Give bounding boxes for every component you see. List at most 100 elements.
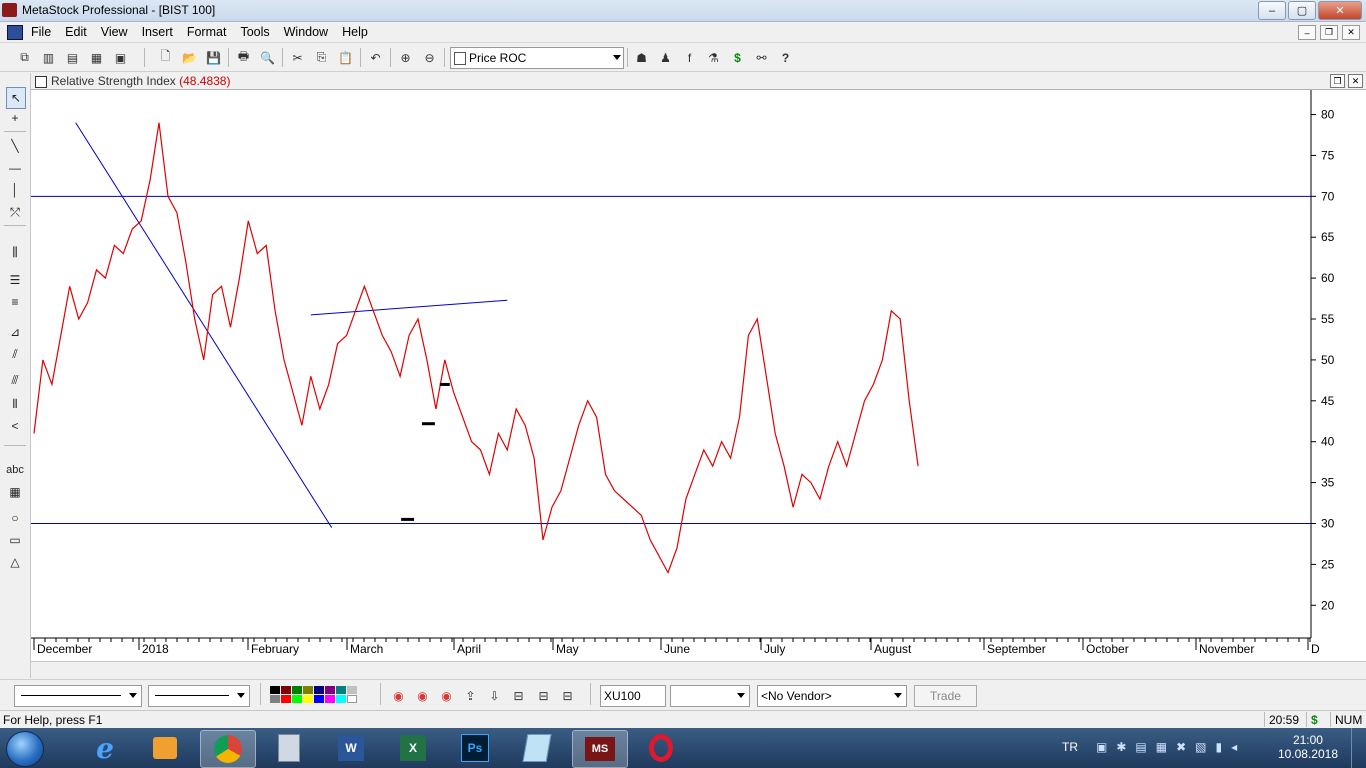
undo-icon[interactable]: ↶ <box>367 49 384 66</box>
photoshop-icon[interactable]: Ps <box>448 730 502 766</box>
text-tool-icon[interactable]: abc <box>6 461 24 479</box>
frame-2-icon[interactable]: ⊟ <box>535 687 552 704</box>
calculator-icon[interactable] <box>262 730 316 766</box>
indicator-combo[interactable]: Price ROC <box>450 47 624 69</box>
cut-icon[interactable]: ✂ <box>289 49 306 66</box>
system-tray: TR ▣✱▤▦✖▧▮◂ 21:00 10.08.2018 <box>1036 728 1366 768</box>
palette-icon[interactable]: ◉ <box>438 687 455 704</box>
opera-icon[interactable] <box>634 730 688 766</box>
frame-icon[interactable]: ⊟ <box>510 687 527 704</box>
rectangle-tool-icon[interactable]: ▭ <box>6 531 24 549</box>
save-icon[interactable]: 💾 <box>205 49 222 66</box>
frame-3-icon[interactable]: ⊟ <box>559 687 576 704</box>
menu-file[interactable]: File <box>31 25 58 39</box>
horizontal-line-tool-icon[interactable]: — <box>6 159 24 177</box>
chrome-icon[interactable] <box>200 730 256 768</box>
trendline-tool-icon[interactable]: ╲ <box>6 137 24 155</box>
clock[interactable]: 21:00 10.08.2018 <box>1278 733 1338 761</box>
ellipse-tool-icon[interactable]: ○ <box>6 509 24 527</box>
color-palette[interactable] <box>270 686 357 704</box>
crosshair-tool-icon[interactable]: + <box>6 109 24 127</box>
system-tester-icon[interactable]: ♟ <box>657 49 674 66</box>
cycle-lines-icon[interactable]: ⫼ <box>6 243 24 261</box>
chart-window[interactable]: Relative Strength Index (48.4838) ❐ ✕ 20… <box>31 73 1366 679</box>
gann-fan-icon[interactable]: ⫽ <box>6 345 24 363</box>
tile-windows-icon[interactable]: ⧉ <box>16 49 33 66</box>
fib-retracement-icon[interactable]: ☰ <box>6 271 24 289</box>
open-icon[interactable]: 📂 <box>181 49 198 66</box>
close-button[interactable]: ✕ <box>1318 1 1362 20</box>
chrome-like-icon[interactable]: ◉ <box>390 687 407 704</box>
security-field[interactable]: XU100 <box>600 685 666 707</box>
zoom-icon[interactable]: ⊖ <box>421 49 438 66</box>
expert-advisor-icon[interactable]: ⚗ <box>705 49 722 66</box>
doc-restore-button[interactable]: ❐ <box>1320 25 1338 40</box>
chevron-down-icon <box>894 693 902 698</box>
pointer-icon[interactable]: ↖ <box>6 87 26 109</box>
excel-icon[interactable]: X <box>386 730 440 766</box>
maximize-button[interactable]: ▢ <box>1288 1 1316 20</box>
doc-minimize-button[interactable]: – <box>1298 25 1316 40</box>
help-pointer-icon[interactable]: ? <box>777 49 794 66</box>
andrews-pitchfork-icon[interactable]: ⫻ <box>6 371 24 389</box>
fibonacci-tool-icon[interactable]: ⤱ <box>6 203 24 221</box>
print-icon[interactable]: 🖶 <box>235 49 252 66</box>
line-weight-select[interactable] <box>148 685 250 707</box>
menu-help[interactable]: Help <box>342 25 375 39</box>
menu-tools[interactable]: Tools <box>240 25 276 39</box>
vertical-line-tool-icon[interactable]: │ <box>6 181 24 199</box>
horizontal-scrollbar[interactable] <box>31 661 1366 679</box>
word-icon[interactable]: W <box>324 730 378 766</box>
layout-icon[interactable]: ▣ <box>112 49 129 66</box>
doc-close-button[interactable]: ✕ <box>1342 25 1360 40</box>
binoculars-icon[interactable]: ⚯ <box>753 49 770 66</box>
trade-button[interactable]: Trade <box>914 685 977 707</box>
indicator-builder-icon[interactable]: f <box>681 49 698 66</box>
notepad-icon[interactable] <box>510 730 564 766</box>
main-toolbar: ⧉ ▥ ▤ ▦ ▣ 🗋 📂 💾 🖶 🔍 ✂ ⎘ 📋 ↶ ⊕ ⊖ Price RO… <box>0 44 1366 72</box>
menu-view[interactable]: View <box>101 25 135 39</box>
menu-edit[interactable]: Edit <box>65 25 94 39</box>
speed-lines-icon[interactable]: ⊿ <box>6 323 24 341</box>
rsi-chart[interactable]: 20 25 30 35 40 45 50 55 60 65 70 75 80 December 2018 Fe… <box>31 90 1366 661</box>
language-indicator[interactable]: TR <box>1062 740 1078 754</box>
print-preview-icon[interactable]: 🔍 <box>259 49 276 66</box>
grid-tool-icon[interactable]: ▦ <box>6 483 24 501</box>
paste-icon[interactable]: 📋 <box>337 49 354 66</box>
show-desktop-button[interactable] <box>1351 728 1366 768</box>
tile-vertical-icon[interactable]: ▥ <box>40 49 57 66</box>
minimize-button[interactable]: – <box>1258 1 1286 20</box>
x-tick-label: October <box>1086 642 1129 656</box>
fib-arcs-icon[interactable]: ≡ <box>6 293 24 311</box>
new-chart-icon[interactable]: 🗋 <box>157 49 174 66</box>
period-select[interactable] <box>670 685 750 707</box>
media-player-icon[interactable] <box>138 730 192 766</box>
color-wheel-icon[interactable]: ◉ <box>414 687 431 704</box>
document-icon[interactable] <box>7 25 23 40</box>
menu-insert[interactable]: Insert <box>142 25 180 39</box>
pane-restore-button[interactable]: ❐ <box>1330 74 1345 88</box>
align-up-icon[interactable]: ⇪ <box>462 687 479 704</box>
triangle-tool-icon[interactable]: △ <box>6 553 24 571</box>
dollar-icon[interactable]: $ <box>729 49 746 66</box>
start-button[interactable] <box>6 731 44 767</box>
tray-icons[interactable]: ▣✱▤▦✖▧▮◂ <box>1096 740 1246 754</box>
copy-icon[interactable]: ⎘ <box>313 49 330 66</box>
menu-window[interactable]: Window <box>284 25 335 39</box>
grid-layout-icon[interactable]: ▦ <box>88 49 105 66</box>
align-down-icon[interactable]: ⇩ <box>486 687 503 704</box>
pane-close-button[interactable]: ✕ <box>1348 74 1363 88</box>
metastock-app-icon[interactable] <box>2 3 17 17</box>
internet-explorer-icon[interactable]: e <box>78 730 132 766</box>
metastock-taskbar-icon[interactable]: MS <box>572 730 628 768</box>
tile-horizontal-icon[interactable]: ▤ <box>64 49 81 66</box>
explorer-icon[interactable]: ☗ <box>633 49 650 66</box>
vendor-select[interactable]: <No Vendor> <box>757 685 907 707</box>
crosshair-icon[interactable]: ⊕ <box>397 49 414 66</box>
chevron-down-icon <box>129 693 137 698</box>
menu-format[interactable]: Format <box>187 25 234 39</box>
line-style-select[interactable] <box>14 685 142 707</box>
angle-tool-icon[interactable]: < <box>6 417 24 435</box>
cycle-tool-icon[interactable]: ⦀ <box>6 395 24 413</box>
trendline <box>75 122 333 528</box>
